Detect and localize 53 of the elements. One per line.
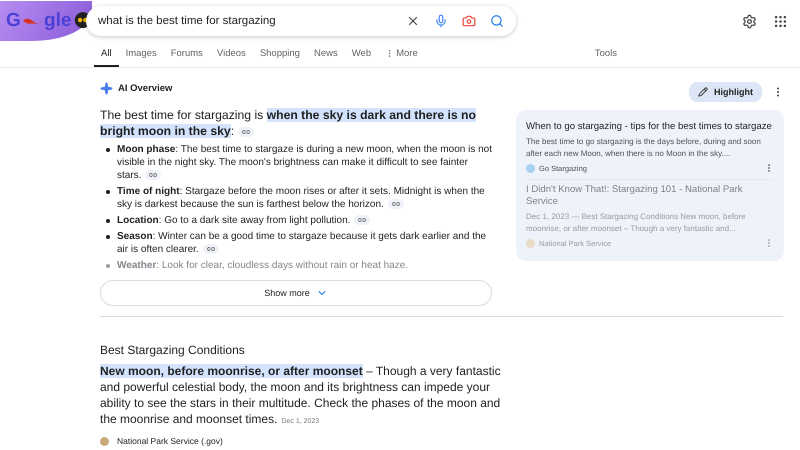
bullet-icon — [106, 148, 110, 152]
link-icon — [358, 216, 366, 224]
site-favicon-icon — [100, 436, 109, 446]
search-tab[interactable]: Forums — [164, 48, 210, 67]
bullet-icon — [106, 219, 110, 223]
source-link[interactable]: I Didn't Know That!: Stargazing 101 - National Park Service — [526, 184, 774, 208]
bullet-icon — [106, 235, 110, 239]
result-heading: Best Stargazing Conditions — [100, 343, 246, 357]
site-favicon-icon — [526, 164, 535, 172]
bullet-item: Location: Go to a dark site away from light pollution. — [117, 214, 370, 227]
link-chip[interactable] — [202, 244, 219, 254]
section-title: AI Overview — [118, 83, 172, 94]
bullet-icon — [106, 190, 110, 194]
logo-text: G — [6, 10, 21, 32]
show-more-button[interactable]: Show more — [100, 280, 492, 306]
search-tab[interactable]: Shopping — [252, 48, 307, 67]
bullet-item: Time of night: Stargaze before the moon rises or after it sets. Midnight is when the sky is darkest because the sun is farthest below the horizon. — [117, 185, 486, 211]
search-tab[interactable]: All — [94, 48, 119, 67]
link-icon — [206, 245, 215, 254]
logo-text: gle — [44, 10, 72, 32]
link-chip[interactable] — [354, 215, 370, 226]
link-chip[interactable] — [388, 199, 404, 210]
sparkle-icon — [100, 82, 113, 95]
link-icon — [392, 200, 400, 208]
link-chip[interactable] — [145, 170, 162, 180]
search-tab[interactable]: Web — [344, 48, 378, 67]
link-icon — [149, 171, 158, 180]
link-icon — [242, 128, 250, 136]
bullet-icon — [106, 264, 110, 268]
search-tab[interactable]: More — [378, 48, 425, 67]
search-field[interactable]: what is the best time for stargazing — [86, 6, 516, 36]
bullet-item: Moon phase: The best time to stargaze is during a new moon, when the moon is not visible in the night sky. The moon's brightness can make it difficult to see fainter stars. — [117, 143, 492, 182]
bullet-item: Season: Winter can be a good time to stargaze because it gets dark earlier and the air is often clearer. — [117, 230, 488, 256]
apps-grid-icon[interactable] — [773, 14, 788, 28]
clear-icon[interactable] — [406, 14, 420, 28]
search-tab[interactable]: News — [306, 48, 345, 67]
overview-sentence: The best time for stargazing is when the sky is dark and there is no bright moon in the sky: — [100, 107, 477, 139]
pencil-icon — [698, 87, 708, 97]
search-icon[interactable] — [490, 14, 504, 28]
settings-icon[interactable] — [742, 14, 757, 28]
bullet-item: Weather: Look for clear, cloudless days without rain or heat haze. — [117, 259, 408, 272]
source-snippet: Dec 1, 2023 — Best Stargazing Conditions New moon, before moonrise, or after moonset – Though a very fantastic and... — [526, 211, 747, 235]
site-favicon-icon — [526, 238, 535, 248]
source-snippet: The best time to go stargazing is the days before, during and soon after each new Moon, when there is no Moon in the sky.... — [526, 136, 762, 160]
source-link[interactable]: When to go stargazing - tips for the best times to stargaze — [526, 121, 774, 133]
search-tab[interactable]: Videos — [210, 48, 253, 67]
link-chip[interactable] — [238, 126, 254, 137]
camera-icon[interactable] — [462, 14, 476, 28]
microphone-icon[interactable] — [434, 14, 448, 28]
highlight-button[interactable]: Highlight — [689, 82, 762, 102]
site-name: National Park Service (.gov) — [117, 436, 223, 446]
search-tab[interactable]: Images — [118, 48, 164, 67]
tools-button[interactable]: Tools — [594, 48, 617, 67]
